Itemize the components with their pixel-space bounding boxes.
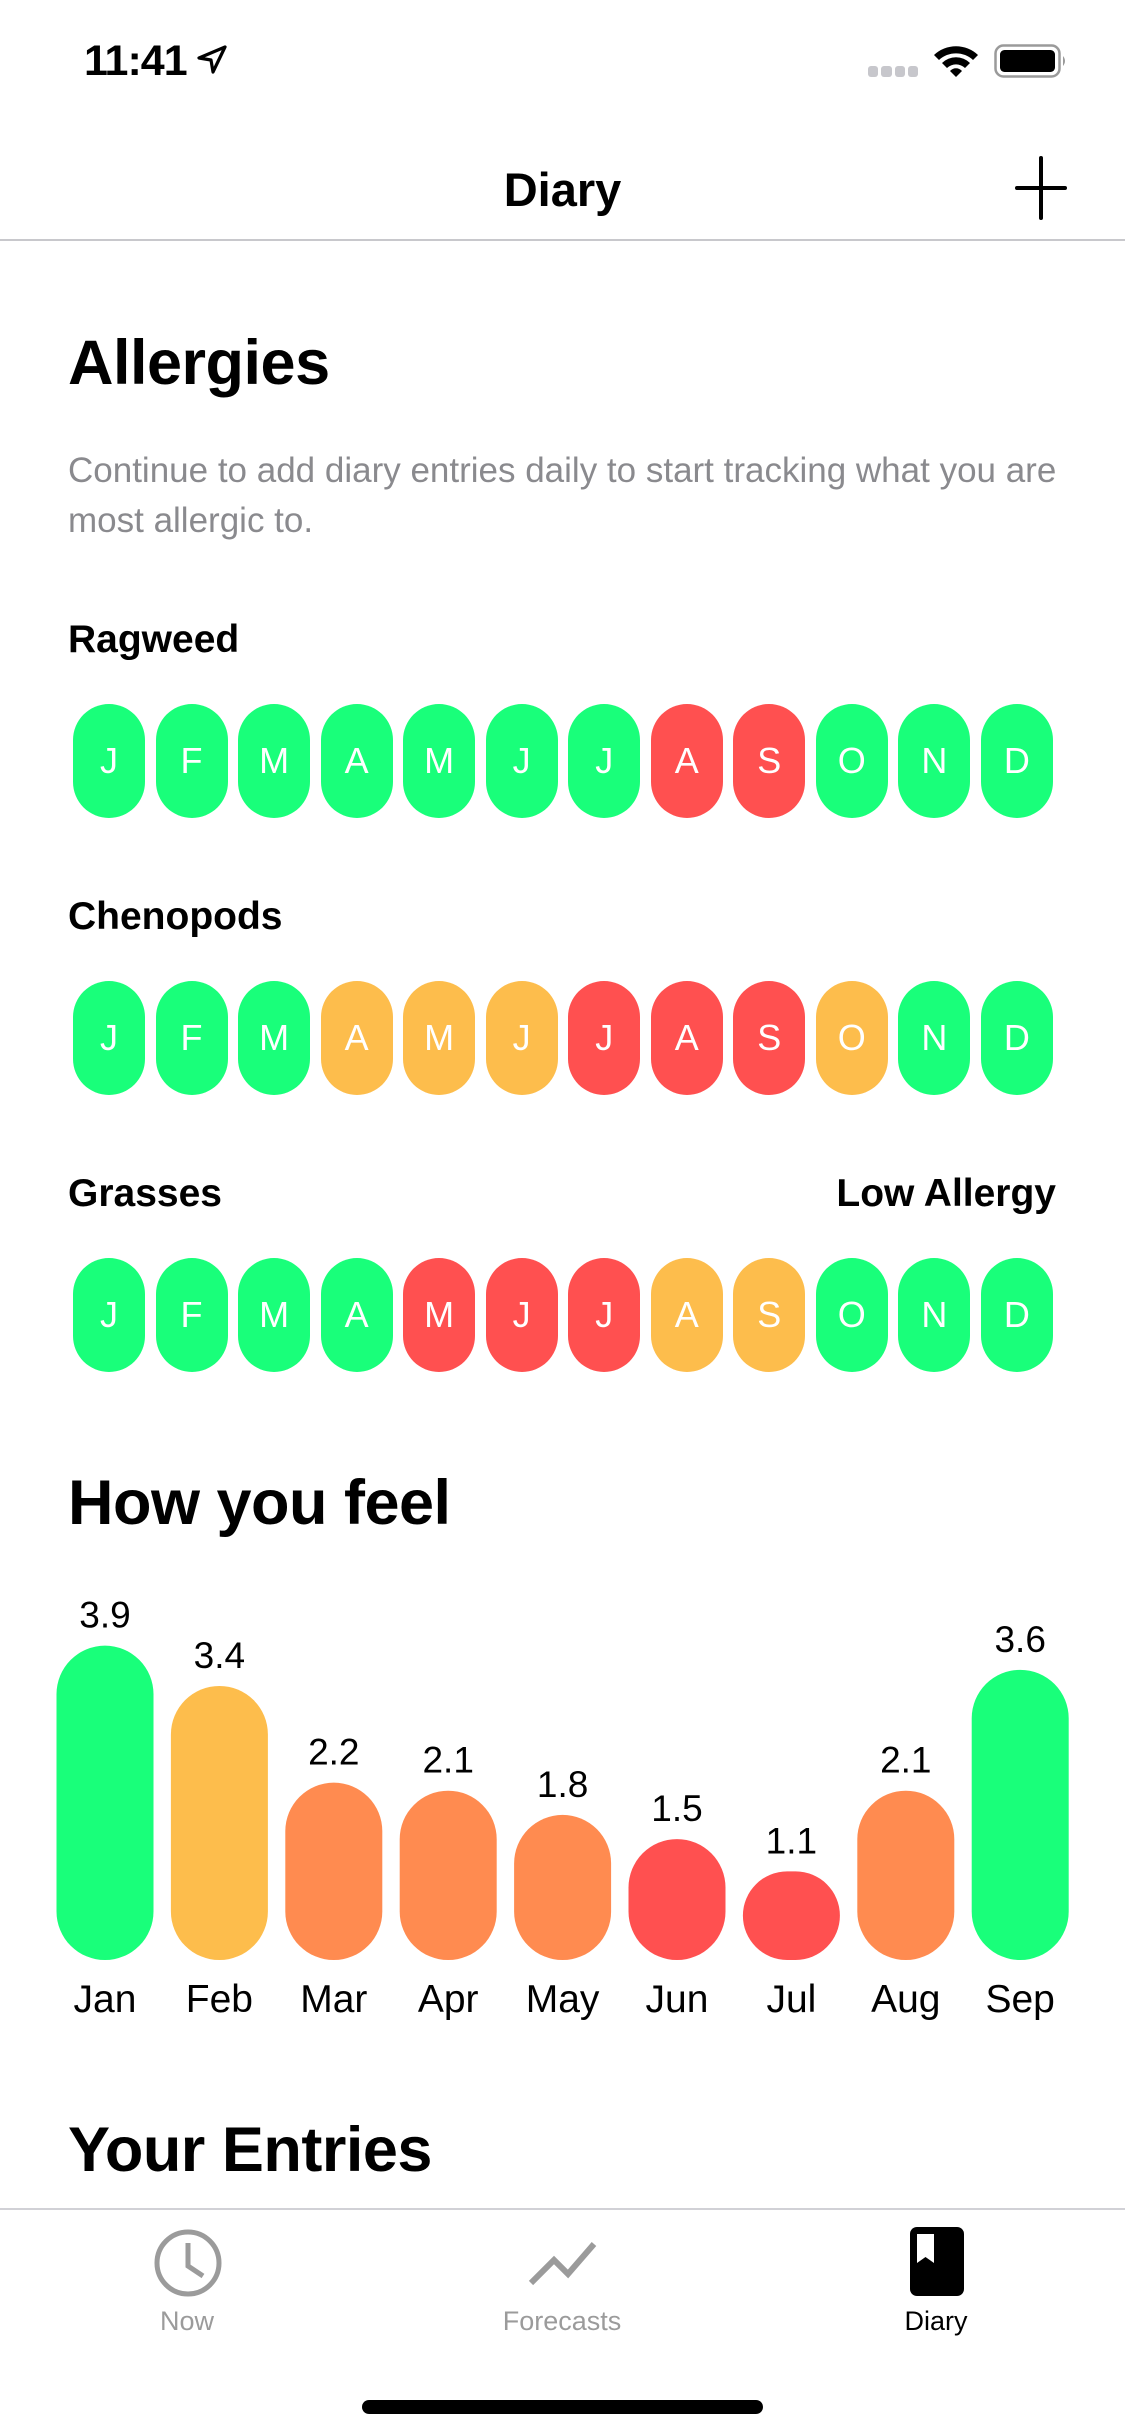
allergen-label-grasses: Grasses: [68, 1172, 222, 1215]
month-pill[interactable]: D: [980, 981, 1053, 1095]
month-pill[interactable]: N: [898, 1258, 971, 1372]
month-pill[interactable]: F: [155, 1258, 228, 1372]
allergen-month-row: JFMAMJJASOND: [73, 704, 1053, 818]
chart-bar: [857, 1790, 955, 1960]
chart-bar: [971, 1669, 1069, 1960]
chart-bar: [170, 1685, 268, 1960]
chart-data-label: 2.1: [422, 1740, 473, 1781]
clock-icon: [154, 2229, 222, 2297]
chart-x-tick-label: Aug: [871, 1978, 940, 2021]
month-pill[interactable]: J: [568, 1258, 641, 1372]
month-pill[interactable]: M: [238, 1258, 311, 1372]
chart-data-label: 2.2: [308, 1732, 359, 1773]
chart-data-label: 1.5: [651, 1788, 702, 1829]
month-pill[interactable]: J: [485, 1258, 558, 1372]
tab-now-label: Now: [159, 2306, 214, 2336]
your-entries-title: Your Entries: [68, 2115, 432, 2185]
chart-bar: [399, 1790, 497, 1960]
month-pill[interactable]: J: [568, 981, 641, 1095]
month-pill[interactable]: J: [73, 981, 145, 1095]
chart-data-label: 3.6: [994, 1619, 1045, 1660]
status-time: 11:41: [84, 37, 188, 85]
tab-now[interactable]: Now: [87, 2212, 287, 2352]
month-pill[interactable]: M: [238, 704, 311, 818]
month-pill[interactable]: F: [155, 981, 228, 1095]
cellular-signal-icon: [868, 66, 918, 77]
month-pill[interactable]: S: [733, 981, 806, 1095]
wifi-icon: [934, 46, 978, 77]
month-pill[interactable]: A: [650, 981, 723, 1095]
month-pill[interactable]: A: [320, 981, 393, 1095]
chart-x-tick-label: Sep: [985, 1978, 1054, 2021]
chart-data-label: 1.8: [537, 1764, 588, 1805]
month-pill[interactable]: N: [898, 981, 971, 1095]
allergy-level-label: Low Allergy: [836, 1172, 1056, 1215]
nav-title: Diary: [503, 163, 622, 216]
month-pill[interactable]: A: [320, 704, 393, 818]
chart-x-tick-label: Mar: [300, 1978, 367, 2021]
chart-x-tick-label: May: [526, 1978, 600, 2021]
chart-x-tick-label: Jan: [74, 1978, 137, 2021]
chart-x-tick-label: Feb: [186, 1978, 253, 2021]
allergen-month-row: JFMAMJJASOND: [73, 981, 1053, 1095]
chart-data-label: 3.9: [79, 1595, 130, 1636]
chart-x-tick-label: Jun: [646, 1978, 709, 2021]
chart-bar: [742, 1871, 840, 1960]
month-pill[interactable]: O: [815, 704, 888, 818]
month-pill[interactable]: D: [980, 1258, 1053, 1372]
tab-forecasts-label: Forecasts: [502, 2306, 622, 2336]
tab-bar-divider: [0, 2208, 1125, 2210]
chart-x-tick-label: Apr: [418, 1978, 479, 2021]
month-pill[interactable]: J: [73, 704, 145, 818]
month-pill[interactable]: F: [155, 704, 228, 818]
allergen-label-ragweed: Ragweed: [68, 618, 240, 661]
add-entry-button[interactable]: [1010, 152, 1072, 224]
allergies-subtitle: Continue to add diary entries daily to s…: [68, 451, 1057, 540]
how-you-feel-chart: 3.9 Jan 3.4 Feb 2.2 Mar 2.1 Apr 1.8 May 1.5 Jun 1.1 J…: [56, 1595, 1069, 2021]
allergen-month-row: JFMAMJJASOND: [73, 1258, 1053, 1372]
chart-x-tick-label: Jul: [766, 1978, 816, 2021]
month-pill[interactable]: N: [898, 704, 971, 818]
nav-divider: [0, 239, 1125, 241]
how-you-feel-title: How you feel: [68, 1468, 451, 1538]
location-arrow-icon: [197, 45, 227, 74]
month-pill[interactable]: M: [238, 981, 311, 1095]
chart-data-label: 3.4: [194, 1635, 245, 1676]
month-pill[interactable]: M: [403, 704, 476, 818]
month-pill[interactable]: O: [815, 981, 888, 1095]
month-pill[interactable]: S: [733, 1258, 806, 1372]
month-pill[interactable]: S: [733, 704, 806, 818]
month-pill[interactable]: A: [320, 1258, 393, 1372]
month-pill[interactable]: O: [815, 1258, 888, 1372]
month-pill[interactable]: J: [73, 1258, 145, 1372]
month-pill[interactable]: M: [403, 1258, 476, 1372]
battery-icon: [994, 44, 1065, 78]
month-pill[interactable]: J: [485, 981, 558, 1095]
tab-forecasts[interactable]: Forecasts: [462, 2212, 662, 2352]
home-indicator[interactable]: [362, 2400, 763, 2414]
tab-diary-label: Diary: [904, 2306, 968, 2336]
month-pill[interactable]: D: [980, 704, 1053, 818]
chart-bar: [514, 1814, 612, 1960]
book-icon: [910, 2227, 964, 2296]
month-pill[interactable]: J: [485, 704, 558, 818]
month-pill[interactable]: J: [568, 704, 641, 818]
chart-data-label: 2.1: [880, 1740, 931, 1781]
allergen-label-chenopods: Chenopods: [68, 895, 283, 938]
month-pill[interactable]: A: [650, 1258, 723, 1372]
chart-bar: [56, 1645, 154, 1960]
chart-bar: [628, 1839, 726, 1960]
chart-bar: [285, 1782, 383, 1960]
month-pill[interactable]: M: [403, 981, 476, 1095]
month-pill[interactable]: A: [650, 704, 723, 818]
trend-line-icon: [528, 2242, 597, 2286]
plus-icon: [1015, 156, 1067, 220]
allergies-title: Allergies: [68, 328, 330, 398]
chart-data-label: 1.1: [766, 1820, 817, 1861]
tab-diary[interactable]: Diary: [836, 2212, 1036, 2352]
